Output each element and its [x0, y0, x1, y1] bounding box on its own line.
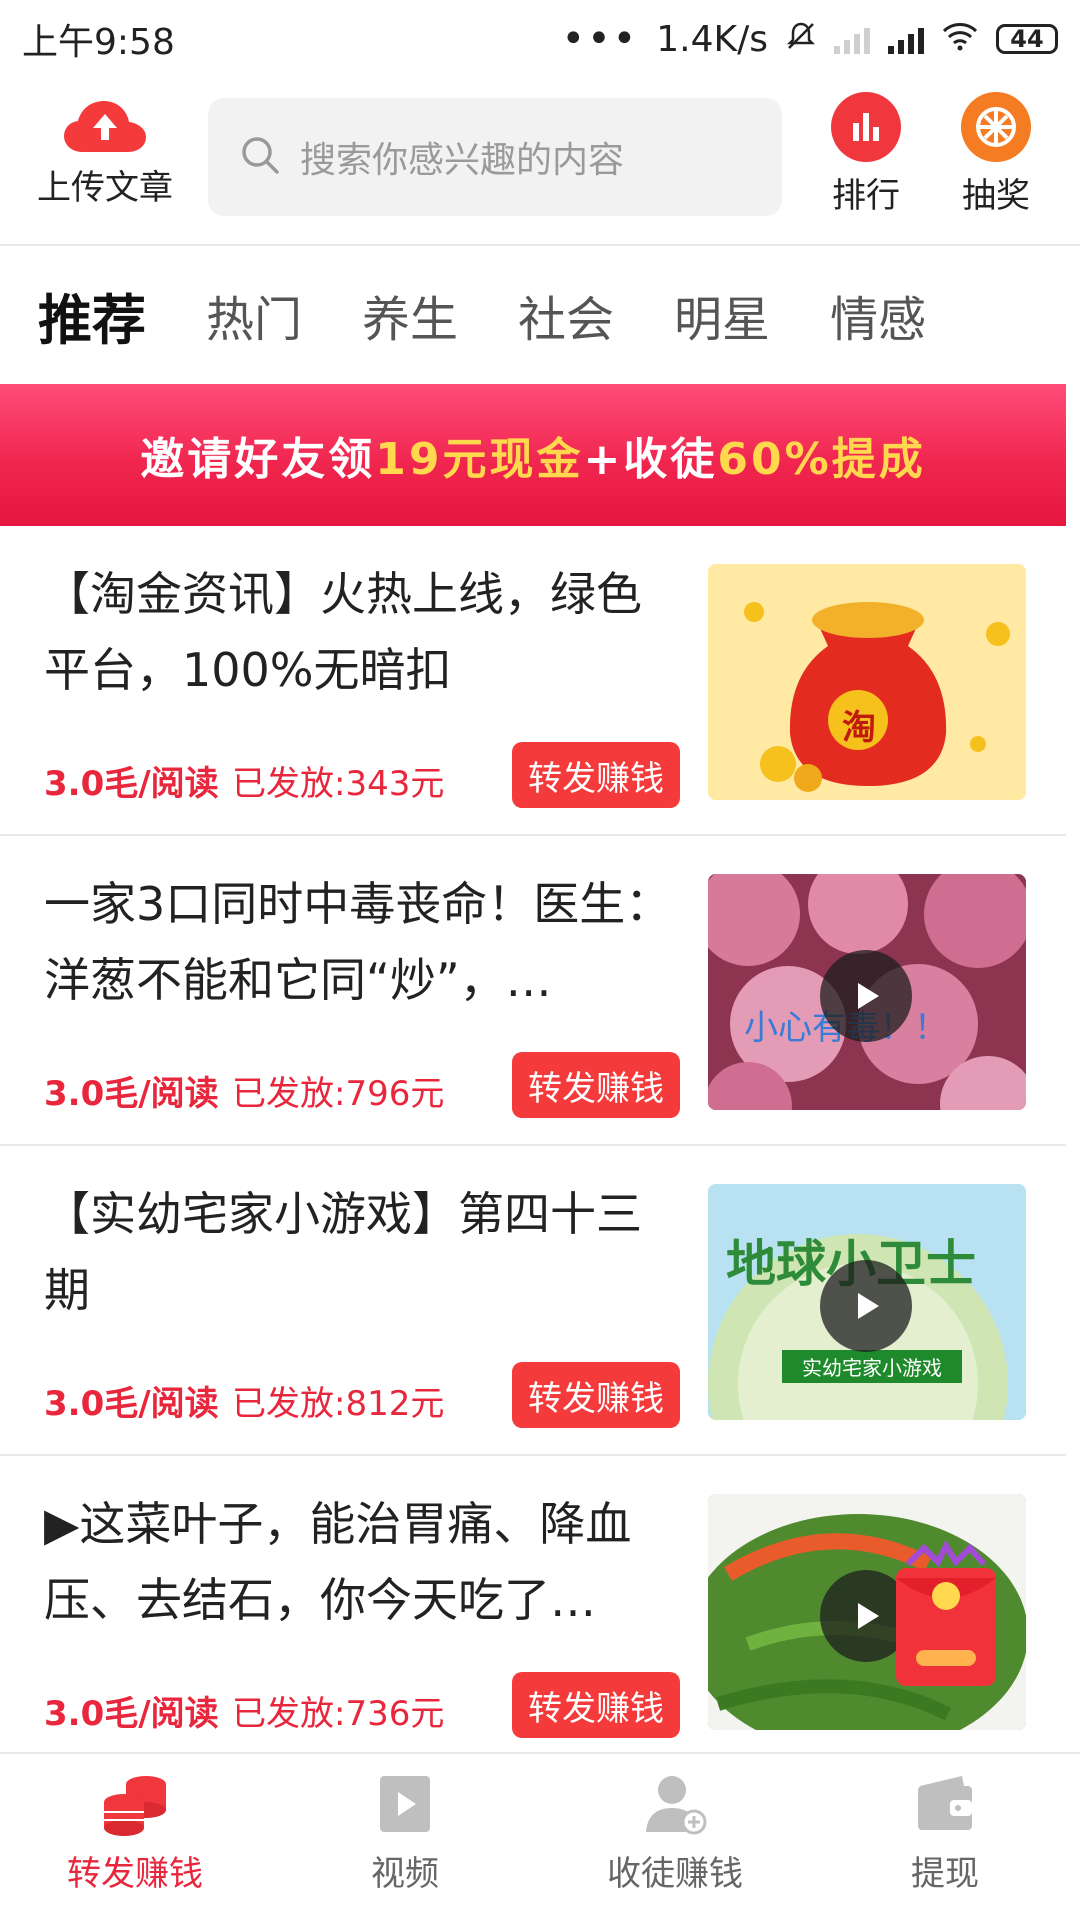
article-paid: 已发放:736元: [232, 1694, 445, 1734]
nav-label: 转发赚钱: [67, 1854, 203, 1894]
more-dots-icon: •••: [561, 16, 639, 62]
category-tabs: 推荐 热门 养生 社会 明星 情感: [0, 246, 1080, 384]
upload-label: 上传文章: [37, 168, 173, 208]
lottery-wheel-icon: [961, 92, 1031, 162]
thumbnail-caption: 淘: [842, 708, 876, 748]
search-input[interactable]: 搜索你感兴趣的内容: [208, 98, 782, 216]
signal-icon: [888, 24, 924, 54]
nav-share-earn[interactable]: 转发赚钱: [0, 1754, 270, 1920]
article-paid: 已发放:812元: [232, 1384, 445, 1424]
thumbnail-subcaption: 实幼宅家小游戏: [782, 1350, 962, 1383]
status-bar: 上午9:58 ••• 1.4K/s 44: [0, 0, 1080, 78]
article-price: 3.0毛/阅读: [44, 1074, 219, 1114]
tab-health[interactable]: 养生: [362, 280, 458, 350]
article-title: 一家3口同时中毒丧命！医生：洋葱不能和它同“炒”，…: [44, 877, 672, 1007]
network-speed: 1.4K/s: [656, 18, 768, 60]
rank-label: 排行: [832, 176, 900, 216]
wallet-icon: [910, 1772, 980, 1836]
mute-bell-icon: [786, 19, 816, 60]
article-thumbnail: 小心有毒！！: [708, 874, 1026, 1110]
play-icon[interactable]: [820, 1260, 912, 1352]
article-price: 3.0毛/阅读: [44, 1384, 219, 1424]
nav-withdraw[interactable]: 提现: [810, 1754, 1080, 1920]
bottom-nav: 转发赚钱 视频 收徒赚钱 提现: [0, 1752, 1080, 1920]
tab-society[interactable]: 社会: [518, 280, 614, 350]
nav-label: 收徒赚钱: [607, 1854, 743, 1894]
nav-video[interactable]: 视频: [270, 1754, 540, 1920]
article-paid: 已发放:796元: [232, 1074, 445, 1114]
video-play-icon: [370, 1772, 440, 1836]
coin-stack-icon: [100, 1772, 170, 1836]
article-title: 【淘金资讯】火热上线，绿色平台，100%无暗扣: [44, 567, 642, 697]
nav-recruit-earn[interactable]: 收徒赚钱: [540, 1754, 810, 1920]
nav-label: 视频: [371, 1854, 439, 1894]
play-icon[interactable]: [820, 950, 912, 1042]
article-thumbnail: 淘: [708, 564, 1026, 800]
upload-article-button[interactable]: 上传文章: [30, 98, 180, 209]
article-title: ▶这菜叶子，能治胃痛、降血压、去结石，你今天吃了…: [44, 1497, 632, 1627]
wifi-icon: [942, 19, 978, 60]
nav-label: 提现: [911, 1854, 979, 1894]
share-earn-button[interactable]: 转发赚钱: [512, 1672, 680, 1738]
article-price: 3.0毛/阅读: [44, 1694, 219, 1734]
lottery-label: 抽奖: [962, 176, 1030, 216]
tab-celebrity[interactable]: 明星: [674, 280, 770, 350]
article-thumbnail: 地球小卫士 实幼宅家小游戏: [708, 1184, 1026, 1420]
red-packet-float-icon[interactable]: [888, 1539, 1004, 1690]
search-placeholder: 搜索你感兴趣的内容: [300, 140, 625, 181]
status-icons: ••• 1.4K/s 44: [561, 16, 1058, 62]
article-item[interactable]: 一家3口同时中毒丧命！医生：洋葱不能和它同“炒”，… 3.0毛/阅读 已发放:7…: [0, 836, 1066, 1146]
banner-text-2: 19元现金: [375, 434, 584, 485]
signal-icon-secondary: [834, 24, 870, 54]
article-paid: 已发放:343元: [232, 764, 445, 804]
add-user-icon: [640, 1772, 710, 1836]
top-header: 上传文章 搜索你感兴趣的内容 排行 抽奖: [0, 78, 1080, 246]
tab-recommend[interactable]: 推荐: [38, 276, 146, 355]
share-earn-button[interactable]: 转发赚钱: [512, 1362, 680, 1428]
upload-cloud-icon: [62, 98, 148, 154]
article-item[interactable]: 【实幼宅家小游戏】第四十三期 3.0毛/阅读 已发放:812元 转发赚钱 地球小…: [0, 1146, 1066, 1456]
banner-text-1: 邀请好友领: [140, 434, 376, 485]
lottery-button[interactable]: 抽奖: [956, 92, 1036, 217]
status-time: 上午9:58: [22, 22, 175, 63]
article-title: 【实幼宅家小游戏】第四十三期: [44, 1187, 642, 1317]
battery-icon: 44: [996, 24, 1058, 54]
share-earn-button[interactable]: 转发赚钱: [512, 1052, 680, 1118]
rank-chart-icon: [831, 92, 901, 162]
rank-button[interactable]: 排行: [826, 92, 906, 217]
search-icon: [240, 135, 280, 179]
article-price: 3.0毛/阅读: [44, 764, 219, 804]
invite-banner[interactable]: 邀请好友领 19元现金 +收徒 60%提成: [0, 384, 1066, 526]
article-item[interactable]: 【淘金资讯】火热上线，绿色平台，100%无暗扣 3.0毛/阅读 已发放:343元…: [0, 526, 1066, 836]
tab-emotion[interactable]: 情感: [830, 280, 926, 350]
tab-hot[interactable]: 热门: [206, 280, 302, 350]
share-earn-button[interactable]: 转发赚钱: [512, 742, 680, 808]
banner-text-4: 60%提成: [717, 434, 926, 485]
banner-text-3: +收徒: [583, 434, 718, 485]
